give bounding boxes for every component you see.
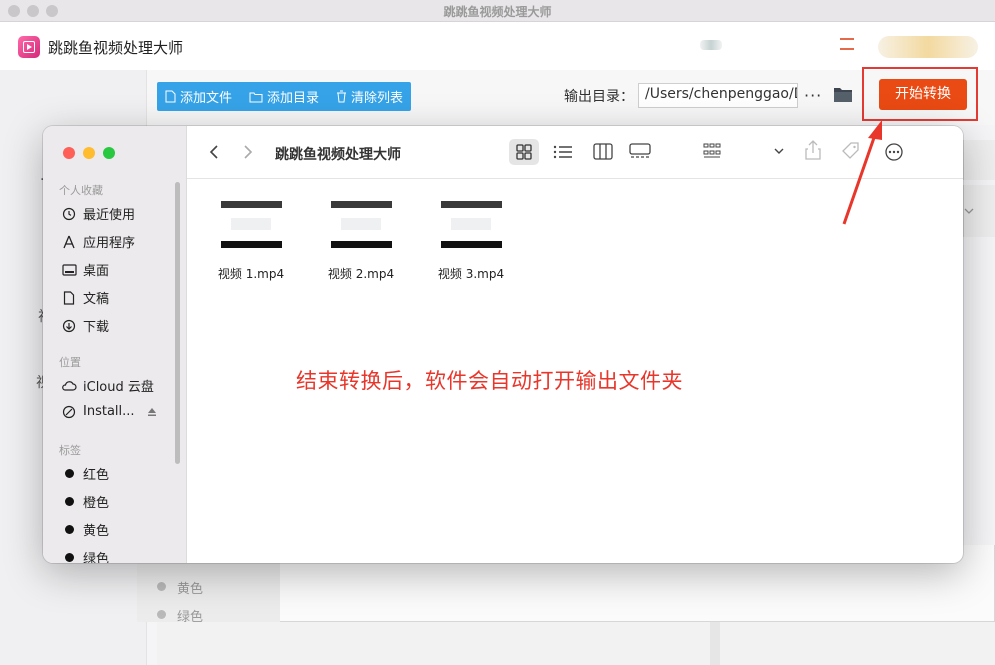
- window-title: 跳跳鱼视频处理大师: [443, 5, 552, 19]
- columns-icon[interactable]: [593, 143, 613, 160]
- tag-dot-icon: [64, 553, 74, 562]
- add-directory-label: 添加目录: [267, 91, 320, 106]
- grid-icon: [516, 144, 532, 160]
- tag-dot-icon: [64, 469, 74, 478]
- app-name: 跳跳鱼视频处理大师: [48, 39, 184, 57]
- output-dir-field[interactable]: /Users/chenpenggao/D: [638, 83, 798, 108]
- sidebar-item-label: 下载: [83, 320, 110, 335]
- sidebar-item-label: Install...: [83, 404, 135, 419]
- sidebar-item-label: 桌面: [83, 264, 110, 279]
- tag-dot-icon: [157, 610, 166, 619]
- tags-header: 标签: [59, 444, 81, 457]
- video-thumbnail: [330, 201, 392, 248]
- background-tag-label: 黄色: [177, 582, 204, 597]
- file-button-group: 添加文件 添加目录 清除列表: [157, 82, 412, 111]
- favorites-header: 个人收藏: [59, 184, 103, 197]
- finder-title: 跳跳鱼视频处理大师: [275, 147, 401, 163]
- sidebar-item-documents[interactable]: 文稿: [61, 288, 109, 307]
- sidebar-tag-green[interactable]: 绿色: [61, 548, 109, 563]
- file-item[interactable]: 视频 3.mp4: [426, 201, 516, 282]
- sidebar-item-install[interactable]: Install...: [61, 404, 157, 419]
- sidebar-item-label: 橙色: [83, 496, 110, 511]
- annotation-text: 结束转换后，软件会自动打开输出文件夹: [296, 369, 683, 393]
- file-item[interactable]: 视频 2.mp4: [316, 201, 406, 282]
- eject-icon[interactable]: [147, 407, 157, 417]
- sidebar-tag-red[interactable]: 红色: [61, 464, 109, 483]
- add-directory-button[interactable]: 添加目录: [249, 87, 319, 106]
- window-titlebar: 跳跳鱼视频处理大师: [0, 0, 995, 22]
- icon-view-button[interactable]: [509, 139, 539, 165]
- sidebar-item-label: 最近使用: [83, 208, 136, 223]
- file-name: 视频 2.mp4: [327, 267, 395, 281]
- forward-icon[interactable]: [243, 144, 253, 160]
- sidebar-item-icloud[interactable]: iCloud 云盘: [61, 376, 154, 395]
- trash-icon: [337, 90, 347, 103]
- video-thumbnail: [220, 201, 282, 248]
- video-thumbnail: [440, 201, 502, 248]
- start-convert-button[interactable]: 开始转换: [879, 79, 967, 110]
- close-button[interactable]: [63, 147, 75, 159]
- locations-header: 位置: [59, 356, 81, 369]
- tag-dot-icon: [64, 497, 74, 506]
- file-icon: [165, 90, 176, 103]
- list-icon[interactable]: [553, 144, 573, 160]
- disk-icon: [62, 405, 76, 418]
- header-decoration: [700, 40, 722, 50]
- background-strip: [157, 622, 995, 665]
- gallery-icon[interactable]: [629, 143, 651, 160]
- tag-dot-icon: [64, 525, 74, 534]
- sidebar-item-label: 黄色: [83, 524, 110, 539]
- header-menu-icon[interactable]: [840, 38, 854, 52]
- open-folder-icon[interactable]: [833, 86, 853, 107]
- file-name: 视频 1.mp4: [217, 267, 285, 281]
- header-vip-badge[interactable]: [878, 36, 978, 58]
- sidebar-item-desktop[interactable]: 桌面: [61, 260, 109, 279]
- download-icon: [62, 319, 76, 332]
- back-icon[interactable]: [209, 144, 219, 160]
- share-icon[interactable]: [805, 140, 821, 160]
- sidebar-tag-orange[interactable]: 橙色: [61, 492, 109, 511]
- sidebar-item-label: 红色: [83, 468, 110, 483]
- app-logo-icon: [18, 36, 40, 58]
- background-panel-edge: [963, 140, 995, 180]
- file-name: 视频 3.mp4: [437, 267, 505, 281]
- finder-window: 个人收藏 最近使用 应用程序 桌面 文稿 下载 位置 iCloud 云盘 Ins…: [43, 126, 963, 563]
- minimize-button[interactable]: [83, 147, 95, 159]
- sidebar-item-label: 应用程序: [83, 236, 136, 251]
- sidebar-item-label: 绿色: [83, 552, 110, 563]
- browse-more-button[interactable]: ···: [804, 86, 822, 105]
- sidebar-item-recents[interactable]: 最近使用: [61, 204, 135, 223]
- add-file-button[interactable]: 添加文件: [165, 87, 232, 106]
- applications-icon: [63, 235, 75, 248]
- background-panel-edge: [963, 185, 995, 237]
- folder-icon: [249, 92, 263, 102]
- add-file-label: 添加文件: [180, 91, 233, 106]
- chevron-down-icon: [964, 208, 974, 214]
- finder-sidebar: 个人收藏 最近使用 应用程序 桌面 文稿 下载 位置 iCloud 云盘 Ins…: [43, 126, 187, 563]
- file-item[interactable]: 视频 1.mp4: [206, 201, 296, 282]
- output-dir-label: 输出目录：: [564, 89, 634, 105]
- sidebar-item-label: iCloud 云盘: [83, 380, 154, 395]
- annotation-arrow: [842, 120, 882, 225]
- clock-icon: [62, 207, 76, 220]
- desktop-icon: [61, 263, 77, 276]
- cloud-icon: [62, 381, 77, 391]
- clear-list-label: 清除列表: [351, 91, 404, 106]
- tag-dot-icon: [157, 582, 166, 591]
- group-icon[interactable]: [703, 142, 723, 160]
- clear-list-button[interactable]: 清除列表: [336, 87, 403, 106]
- sidebar-item-downloads[interactable]: 下载: [61, 316, 109, 335]
- zoom-button[interactable]: [103, 147, 115, 159]
- document-icon: [63, 290, 75, 305]
- sidebar-scrollbar[interactable]: [175, 182, 180, 464]
- sidebar-item-label: 文稿: [83, 292, 110, 307]
- sidebar-tag-yellow[interactable]: 黄色: [61, 520, 109, 539]
- chevron-down-icon[interactable]: [774, 147, 784, 155]
- sidebar-item-applications[interactable]: 应用程序: [61, 232, 135, 251]
